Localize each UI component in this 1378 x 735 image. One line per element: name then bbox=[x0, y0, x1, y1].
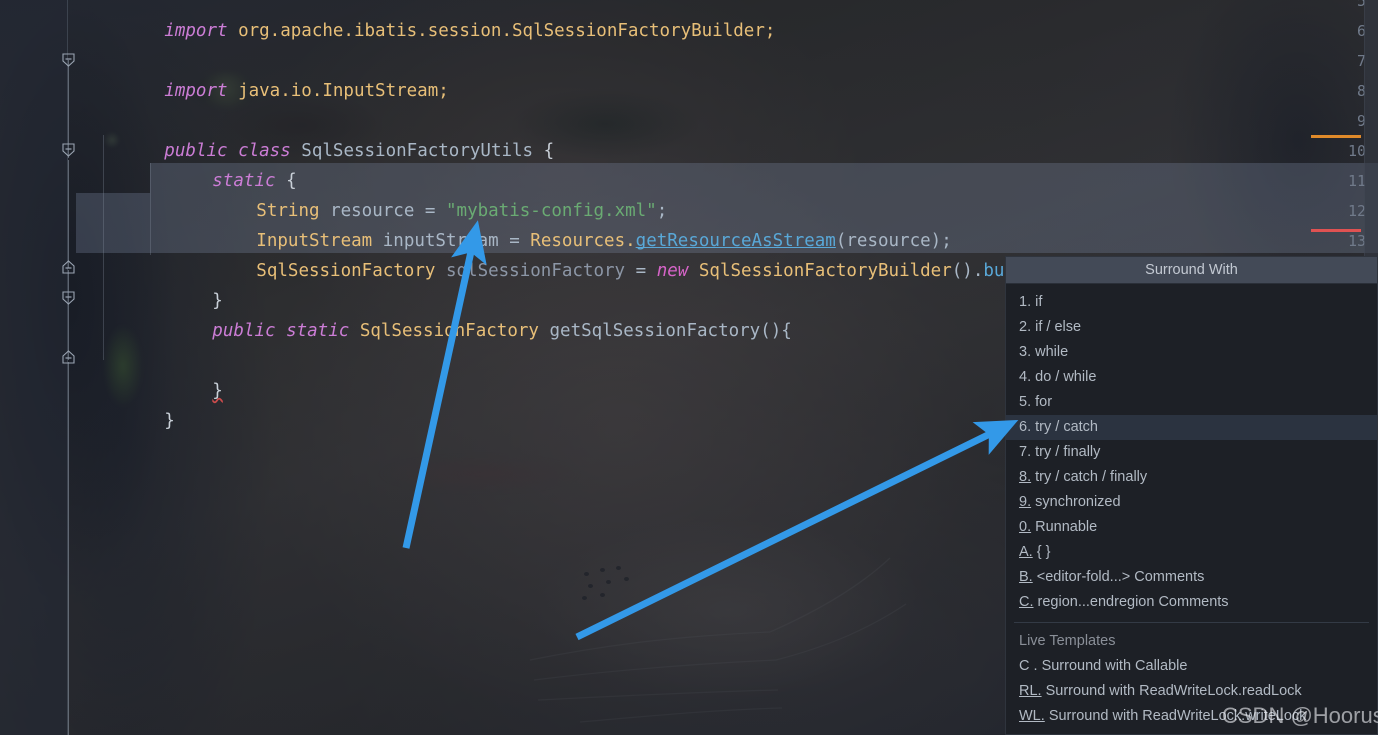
item-mnemonic: A. bbox=[1019, 544, 1033, 560]
popup-item-try-finally[interactable]: 7. try / finally bbox=[1006, 440, 1377, 465]
fold-marker-collapse[interactable] bbox=[61, 260, 76, 275]
popup-item-braces[interactable]: A. { } bbox=[1006, 540, 1377, 565]
keyword-public: public bbox=[212, 321, 276, 341]
popup-item-try-catch-finally[interactable]: 8. try / catch / finally bbox=[1006, 465, 1377, 490]
item-mnemonic: WL. bbox=[1019, 708, 1045, 724]
popup-item-list[interactable]: 1. if 2. if / else 3. while 4. do / whil… bbox=[1006, 284, 1377, 734]
error-marker[interactable] bbox=[1311, 229, 1361, 232]
item-mnemonic: 2. bbox=[1019, 319, 1032, 335]
code-line-13: SqlSessionFactory sqlSessionFactory = ne… bbox=[80, 226, 1183, 281]
import-package: java.io.InputStream; bbox=[238, 81, 449, 101]
class-name: SqlSessionFactoryUtils bbox=[301, 141, 534, 161]
item-label: try / finally bbox=[1035, 444, 1101, 460]
fold-marker-collapse[interactable] bbox=[61, 290, 76, 305]
item-mnemonic: RL. bbox=[1019, 683, 1042, 699]
item-mnemonic: 3. bbox=[1019, 344, 1032, 360]
item-mnemonic: 4. bbox=[1019, 369, 1032, 385]
return-type: SqlSessionFactory bbox=[359, 321, 539, 341]
item-label: Surround with Callable bbox=[1041, 658, 1188, 674]
popup-item-for[interactable]: 5. for bbox=[1006, 390, 1377, 415]
code-line-5: import org.apache.ibatis.session.SqlSess… bbox=[80, 0, 775, 41]
code-line-11: String resource = "mybatis-config.xml"; bbox=[80, 166, 667, 221]
item-label: synchronized bbox=[1035, 494, 1121, 510]
item-mnemonic: 8. bbox=[1019, 469, 1032, 485]
item-label: for bbox=[1035, 394, 1053, 410]
popup-item-do-while[interactable]: 4. do / while bbox=[1006, 365, 1377, 390]
close-brace: } bbox=[164, 411, 175, 431]
type-SqlSessionFactory: SqlSessionFactory bbox=[256, 261, 436, 281]
code-line-15: public static SqlSessionFactory getSqlSe… bbox=[80, 286, 792, 341]
popup-item-while[interactable]: 3. while bbox=[1006, 340, 1377, 365]
item-label: region...endregion Comments bbox=[1037, 594, 1229, 610]
popup-item-synchronized[interactable]: 9. synchronized bbox=[1006, 490, 1377, 515]
code-line-9: public class SqlSessionFactoryUtils { bbox=[80, 106, 554, 161]
item-mnemonic: 7. bbox=[1019, 444, 1032, 460]
constructor-SqlSessionFactoryBuilder: SqlSessionFactoryBuilder bbox=[698, 261, 952, 281]
item-mnemonic: C . bbox=[1019, 658, 1038, 674]
popup-item-surround-readlock[interactable]: RL. Surround with ReadWriteLock.readLock bbox=[1006, 679, 1377, 704]
paren-dot: (). bbox=[951, 261, 984, 281]
code-line-12: InputStream inputStream = Resources.getR… bbox=[80, 196, 951, 251]
code-folding-column[interactable] bbox=[58, 0, 80, 735]
item-label: while bbox=[1035, 344, 1069, 360]
keyword-static: static bbox=[286, 321, 350, 341]
popup-section-live-templates: Live Templates bbox=[1019, 633, 1116, 649]
warning-marker[interactable] bbox=[1311, 135, 1361, 138]
fold-marker-collapse[interactable] bbox=[61, 350, 76, 365]
code-line-17: } bbox=[80, 346, 223, 401]
item-mnemonic: 0. bbox=[1019, 519, 1032, 535]
item-label: { } bbox=[1036, 544, 1051, 560]
code-line-14: } bbox=[80, 256, 223, 311]
method-getSqlSessionFactory: getSqlSessionFactory bbox=[549, 321, 761, 341]
item-label: Surround with ReadWriteLock.readLock bbox=[1045, 683, 1302, 699]
import-package: org.apache.ibatis.session.SqlSessionFact… bbox=[238, 21, 776, 41]
item-label: try / catch / finally bbox=[1035, 469, 1148, 485]
method-signature-tail: (){ bbox=[760, 321, 792, 341]
code-line-7: import java.io.InputStream; bbox=[80, 46, 448, 101]
keyword-new: new bbox=[656, 261, 689, 281]
code-line-10: static { bbox=[80, 136, 296, 191]
popup-item-surround-with-callable[interactable]: C . Surround with Callable bbox=[1006, 654, 1377, 679]
popup-item-editor-fold-comments[interactable]: B. <editor-fold...> Comments bbox=[1006, 565, 1377, 590]
item-label: if bbox=[1035, 294, 1043, 310]
item-mnemonic: B. bbox=[1019, 569, 1033, 585]
close-brace: } bbox=[212, 381, 223, 401]
popup-item-runnable[interactable]: 0. Runnable bbox=[1006, 515, 1377, 540]
popup-item-if[interactable]: 1. if bbox=[1006, 290, 1377, 315]
operator-assign: = bbox=[635, 261, 647, 281]
popup-separator bbox=[1014, 622, 1369, 623]
popup-title: Surround With bbox=[1006, 257, 1377, 284]
item-mnemonic: C. bbox=[1019, 594, 1034, 610]
ide-editor-window: 5 6 7 8 9 10 11 12 13 14 15 16 17 18 19 bbox=[0, 0, 1378, 735]
item-label: try / catch bbox=[1035, 419, 1098, 435]
item-mnemonic: 6. bbox=[1019, 419, 1032, 435]
item-mnemonic: 5. bbox=[1019, 394, 1032, 410]
keyword-import: import bbox=[164, 81, 228, 101]
code-line-18: } bbox=[80, 376, 175, 431]
fold-marker-collapse[interactable] bbox=[61, 52, 76, 67]
item-label: <editor-fold...> Comments bbox=[1036, 569, 1205, 585]
surround-with-popup[interactable]: Surround With 1. if 2. if / else 3. whil… bbox=[1005, 256, 1378, 735]
popup-item-region-comments[interactable]: C. region...endregion Comments bbox=[1006, 590, 1377, 615]
item-label: Runnable bbox=[1035, 519, 1098, 535]
popup-item-try-catch[interactable]: 6. try / catch bbox=[1006, 415, 1377, 440]
popup-item-if-else[interactable]: 2. if / else bbox=[1006, 315, 1377, 340]
variable-sqlSessionFactory: sqlSessionFactory bbox=[445, 261, 626, 281]
fold-marker-collapse[interactable] bbox=[61, 142, 76, 157]
keyword-import: import bbox=[164, 21, 228, 41]
item-mnemonic: 9. bbox=[1019, 494, 1032, 510]
item-label: do / while bbox=[1035, 369, 1097, 385]
item-mnemonic: 1. bbox=[1019, 294, 1032, 310]
csdn-watermark: CSDN @Hoorus bbox=[1222, 703, 1378, 728]
popup-item-iterate-iterable[interactable]: I. Iterate Iterable or array bbox=[1006, 729, 1377, 734]
item-label: if / else bbox=[1035, 319, 1082, 335]
open-brace: { bbox=[543, 141, 555, 161]
